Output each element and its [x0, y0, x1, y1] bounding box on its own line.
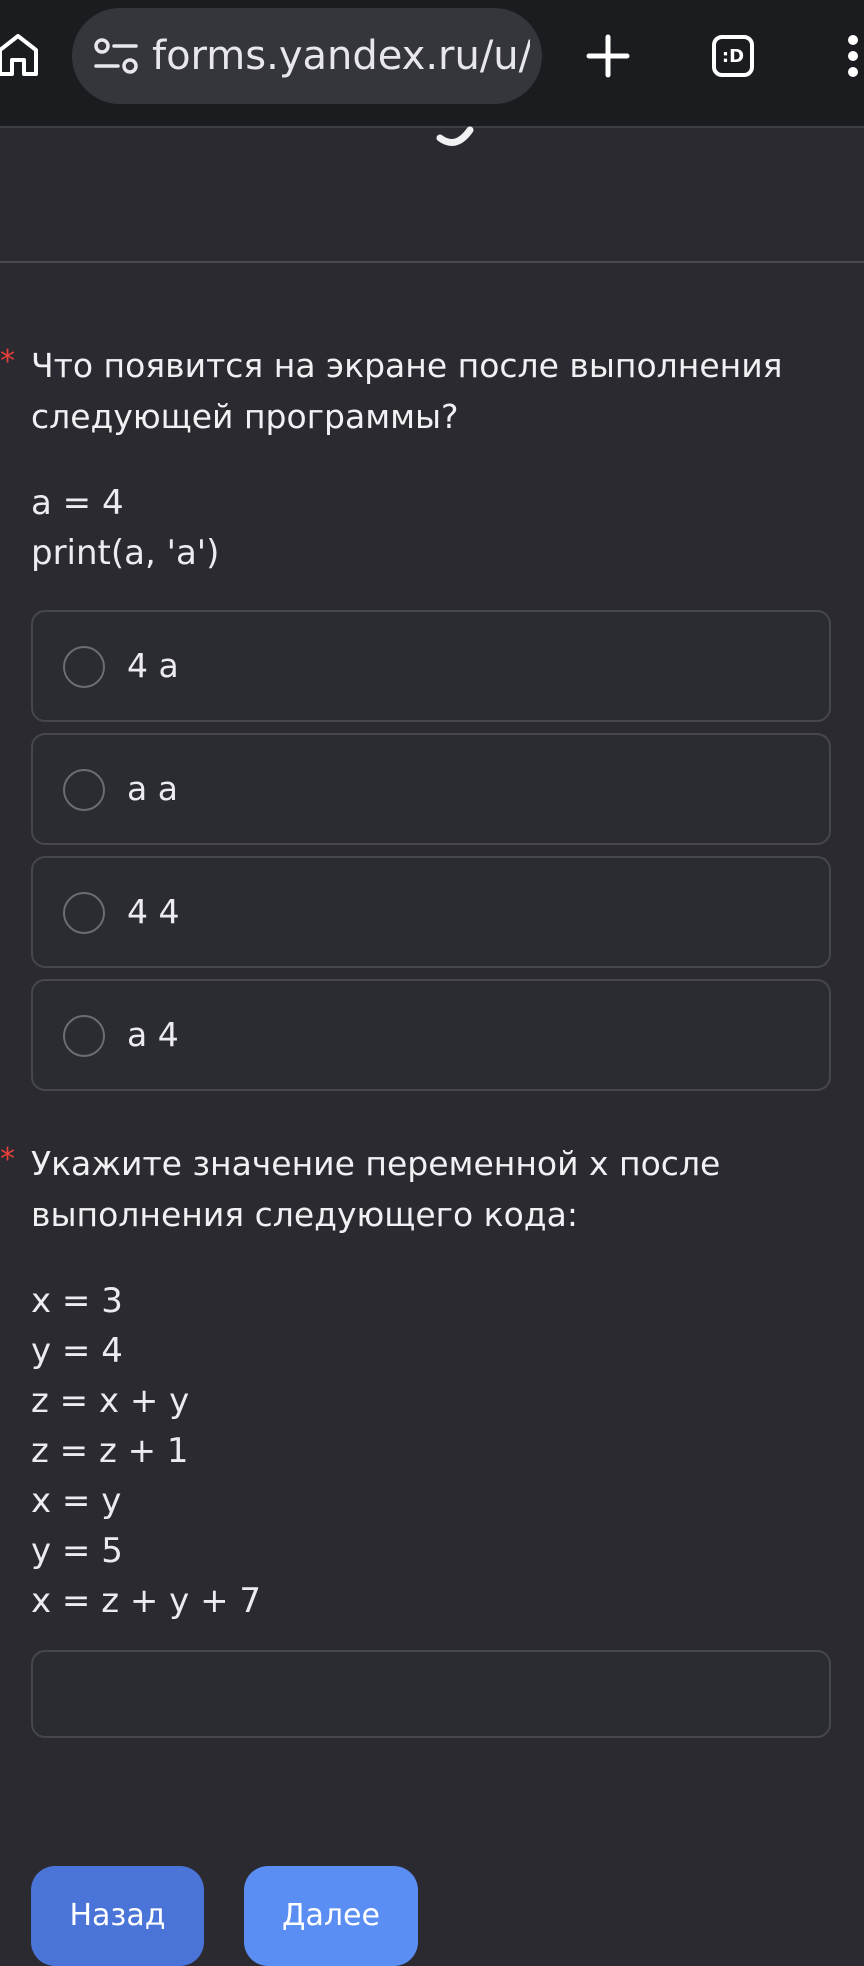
- code-line: y = 4: [31, 1331, 123, 1371]
- question-1-code: a = 4 print(a, 'a'): [31, 478, 631, 578]
- home-button[interactable]: [0, 22, 44, 86]
- code-line: z = z + 1: [31, 1431, 189, 1471]
- answer-option-2[interactable]: a a: [31, 733, 831, 845]
- radio-button[interactable]: [63, 646, 105, 688]
- address-bar[interactable]: forms.yandex.ru/u/64: [72, 8, 542, 104]
- radio-button[interactable]: [63, 1015, 105, 1057]
- option-label: a 4: [127, 1015, 179, 1054]
- code-line: y = 5: [31, 1531, 123, 1571]
- question-2-code: x = 3 y = 4 z = x + y z = z + 1 x = y y …: [31, 1276, 631, 1626]
- header-glyph-fragment: [436, 126, 474, 146]
- option-label: a a: [127, 769, 178, 808]
- answer-text-input[interactable]: [31, 1650, 831, 1738]
- radio-button[interactable]: [63, 892, 105, 934]
- required-mark: *: [0, 1142, 15, 1177]
- code-line: x = y: [31, 1481, 122, 1521]
- browser-menu-button[interactable]: [838, 24, 864, 88]
- code-line: print(a, 'a'): [31, 533, 220, 573]
- required-mark: *: [0, 344, 15, 379]
- radio-button[interactable]: [63, 769, 105, 811]
- option-label: 4 4: [127, 892, 180, 931]
- home-icon: [0, 34, 38, 76]
- plus-icon: [586, 34, 630, 78]
- next-button[interactable]: Далее: [244, 1866, 418, 1966]
- more-vertical-icon: [848, 35, 858, 77]
- url-text[interactable]: forms.yandex.ru/u/64: [152, 8, 530, 104]
- question-1-title: Что появится на экране после выполнения …: [31, 346, 783, 436]
- tab-switcher-button[interactable]: :D: [700, 24, 766, 88]
- question-1-options: 4 a a a 4 4 a 4: [31, 610, 831, 1102]
- new-tab-button[interactable]: [576, 24, 640, 88]
- option-label: 4 a: [127, 646, 179, 685]
- code-line: x = 3: [31, 1281, 123, 1321]
- browser-toolbar: forms.yandex.ru/u/64 :D: [0, 0, 864, 128]
- site-settings-icon[interactable]: [92, 32, 142, 80]
- code-line: x = z + y + 7: [31, 1581, 262, 1621]
- code-line: a = 4: [31, 483, 124, 523]
- answer-option-1[interactable]: 4 a: [31, 610, 831, 722]
- question-2-title: Укажите значение переменной x после выпо…: [31, 1144, 721, 1234]
- section-divider: [0, 261, 864, 263]
- code-line: z = x + y: [31, 1381, 190, 1421]
- back-button[interactable]: Назад: [31, 1866, 204, 1966]
- tab-switcher-icon: :D: [712, 35, 754, 77]
- answer-option-4[interactable]: a 4: [31, 979, 831, 1091]
- answer-option-3[interactable]: 4 4: [31, 856, 831, 968]
